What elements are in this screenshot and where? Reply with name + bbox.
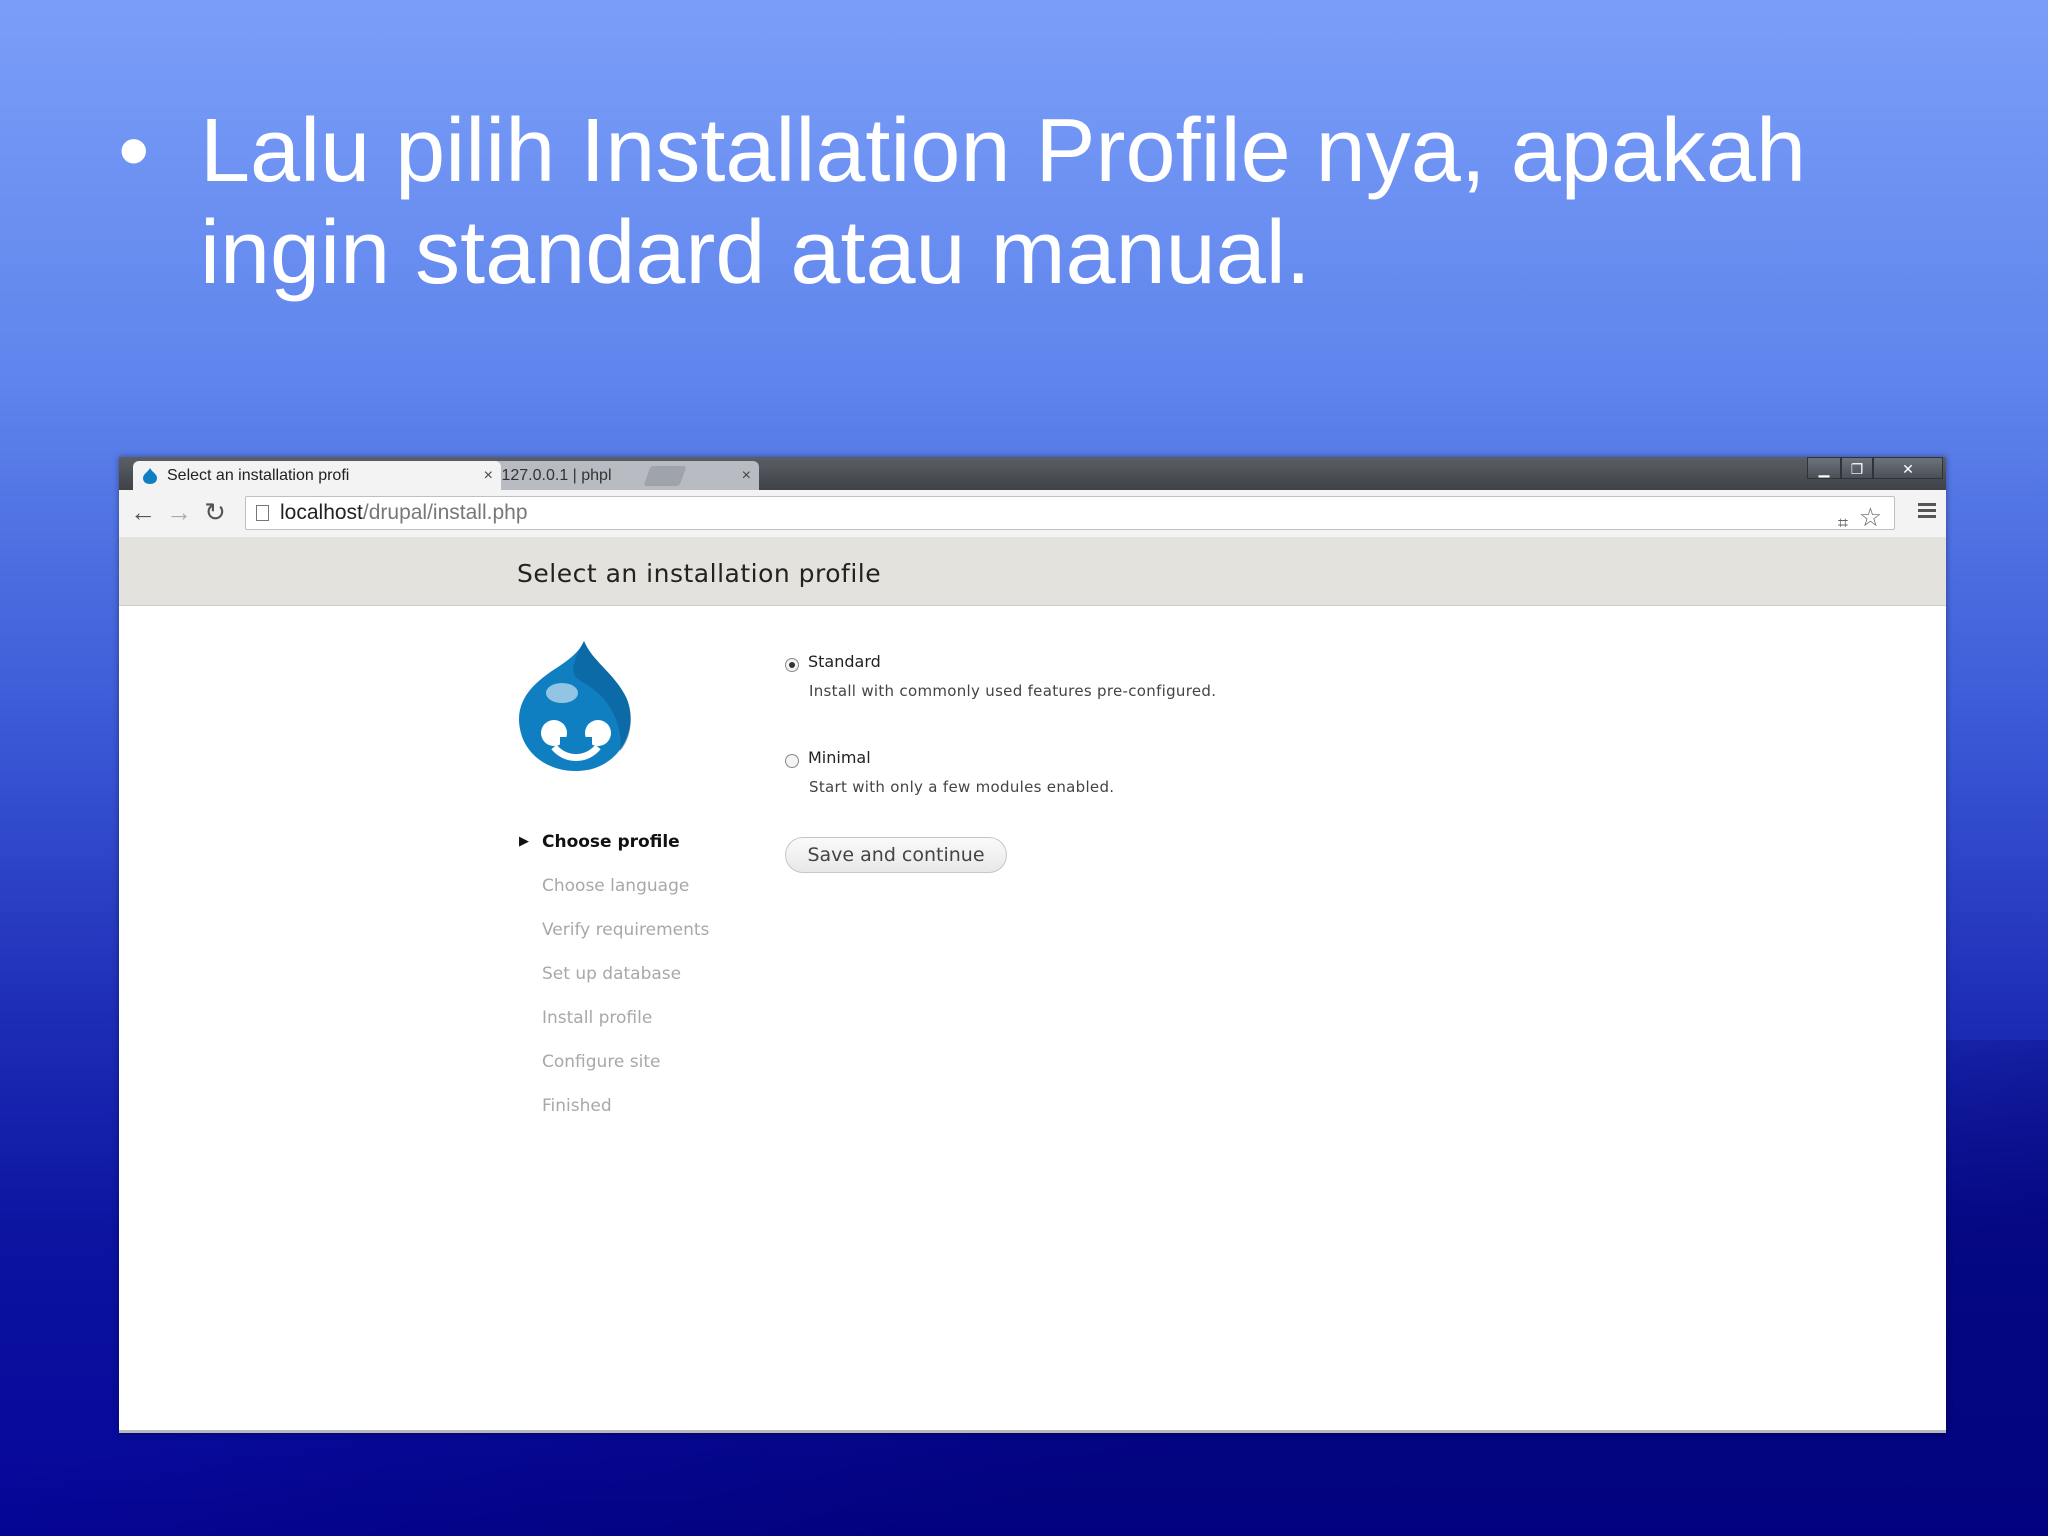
standard-description: Install with commonly used features pre-… — [809, 682, 1217, 700]
reload-icon[interactable]: ↻ — [201, 498, 229, 526]
step-verify-requirements: Verify requirements — [542, 920, 710, 940]
tab-label: Select an installation profi — [167, 466, 350, 484]
url-path: /drupal/install.php — [362, 501, 528, 524]
bullet-text: Lalu pilih Installation Profile nya, apa… — [200, 101, 1807, 303]
restore-icon[interactable]: ❐ — [1841, 457, 1873, 479]
tab-installation-profile[interactable]: Select an installation profi × — [133, 461, 501, 490]
current-step-arrow-icon: ▶ — [519, 834, 529, 849]
slide-bullet: • Lalu pilih Installation Profile nya, a… — [118, 100, 1998, 304]
step-choose-profile: ▶ Choose profile — [519, 820, 709, 864]
step-install-profile: Install profile — [542, 1008, 653, 1028]
window-bottom-edge — [119, 1430, 1946, 1433]
minimize-icon[interactable]: ▁ — [1807, 457, 1841, 479]
address-bar[interactable]: localhost/drupal/install.php ⌗ ☆ — [245, 496, 1895, 533]
close-icon[interactable]: × — [484, 467, 493, 485]
minimal-description: Start with only a few modules enabled. — [809, 778, 1115, 796]
installer-steps: ▶ Choose profile Choose language Verify … — [519, 820, 709, 1128]
browser-titlebar: localhost / 127.0.0.1 | phpl × Select an… — [119, 457, 1946, 490]
bookmark-star-icon[interactable]: ☆ — [1859, 501, 1882, 533]
back-arrow-icon[interactable]: ← — [129, 498, 157, 526]
page-title: Select an installation profile — [517, 559, 882, 588]
new-tab-button[interactable] — [643, 466, 687, 486]
browser-window: localhost / 127.0.0.1 | phpl × Select an… — [119, 457, 1946, 1433]
page-icon — [256, 505, 269, 521]
installer-header: Select an installation profile — [119, 537, 1946, 606]
save-and-continue-button[interactable]: Save and continue — [785, 837, 1007, 873]
standard-label[interactable]: Standard — [808, 652, 881, 671]
close-window-icon[interactable]: ✕ — [1873, 457, 1943, 479]
drupal-logo-icon — [518, 641, 631, 772]
standard-radio[interactable] — [785, 658, 799, 672]
menu-icon[interactable] — [1918, 500, 1936, 521]
drupal-favicon-icon — [143, 467, 157, 484]
step-set-up-database: Set up database — [542, 964, 682, 984]
close-icon[interactable]: × — [742, 467, 751, 485]
step-finished: Finished — [542, 1096, 612, 1116]
bullet-dot: • — [118, 101, 150, 201]
window-controls: ▁ ❐ ✕ — [1807, 457, 1943, 479]
step-choose-language: Choose language — [542, 876, 690, 896]
browser-toolbar: ← → ↻ localhost/drupal/install.php ⌗ ☆ — [119, 490, 1946, 538]
minimal-label[interactable]: Minimal — [808, 748, 871, 767]
url-host: localhost — [280, 501, 363, 524]
minimal-radio[interactable] — [785, 754, 799, 768]
translate-icon[interactable]: ⌗ — [1838, 507, 1848, 539]
step-configure-site: Configure site — [542, 1052, 661, 1072]
forward-arrow-icon[interactable]: → — [165, 498, 193, 526]
